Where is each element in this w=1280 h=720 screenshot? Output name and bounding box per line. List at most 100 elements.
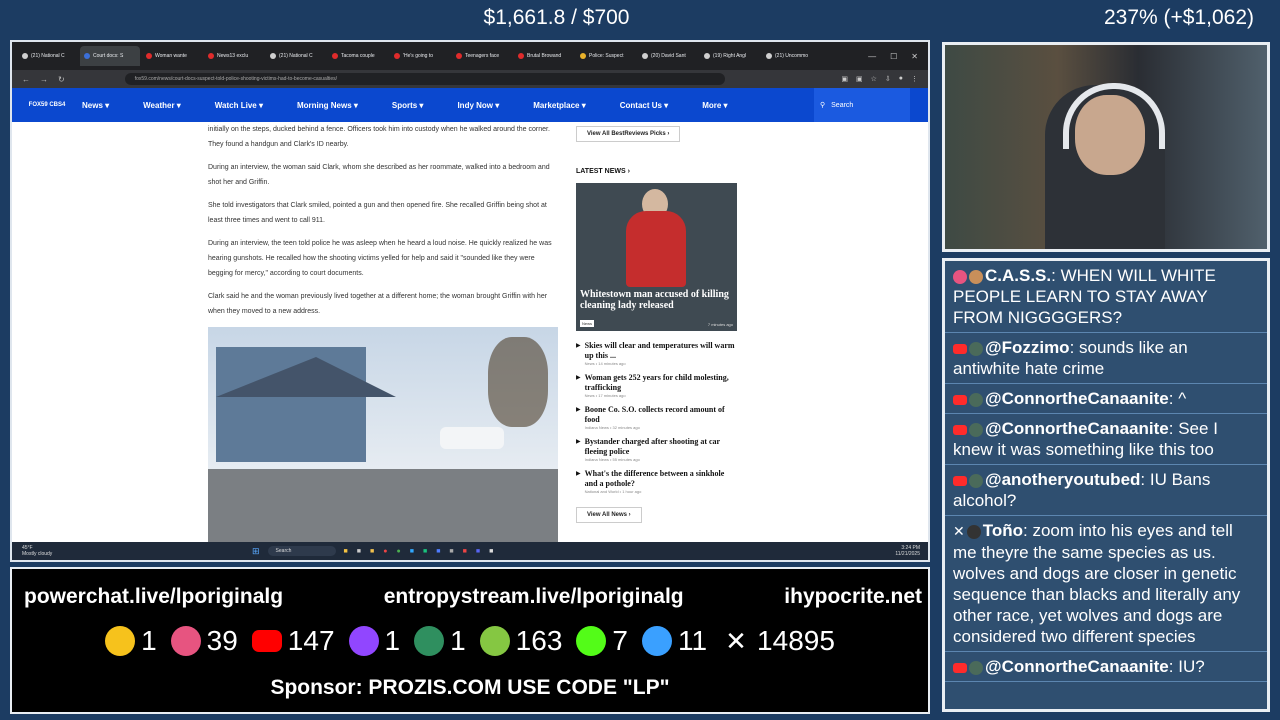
tab-favicon-icon [580,53,586,59]
chat-author: @anotheryoutubed [985,470,1141,489]
menu-icon[interactable]: ⋮ [911,75,918,83]
stream-link[interactable]: entropystream.live/lporiginalg [384,585,684,609]
youtube-icon [953,662,967,673]
browser-tab[interactable]: 'He's going to [390,46,450,66]
folder-icon[interactable]: ■ [370,548,374,555]
view-all-news-button[interactable]: View All News › [576,507,642,523]
news-list-item[interactable]: ▶ What's the difference between a sinkhol… [576,469,738,494]
app-icon[interactable]: ■ [489,548,493,555]
news-list-item[interactable]: ▶ Bystander charged after shooting at car… [576,437,738,462]
browser-tab[interactable]: (20) David Sant [638,46,698,66]
nav-item[interactable]: More ▾ [702,101,727,110]
nav-item[interactable]: Marketplace ▾ [533,101,585,110]
site-logo[interactable]: FOX59 CBS4 [12,102,82,108]
browser-tab[interactable]: Court docs: S [80,46,140,66]
back-icon[interactable]: ← [22,75,30,84]
page-content: initially on the steps, ducked behind a … [12,122,928,549]
taskbar: 45°F Mostly cloudy ⊞ Search ■ ■ ■ ● ● ■ … [12,542,928,560]
app-icon[interactable]: ■ [410,548,414,555]
stream-link[interactable]: ihypocrite.net [784,585,922,609]
chat-panel: C.A.S.S.: WHEN WILL WHITE PEOPLE LEARN T… [942,258,1270,712]
photo-house [216,347,396,462]
app-icon[interactable]: ■ [463,548,467,555]
taskbar-search[interactable]: Search [267,546,336,556]
youtube-icon [251,630,282,652]
rumble-play-icon [479,626,510,656]
site-search-label: Search [831,101,854,109]
tab-favicon-icon [146,53,152,59]
browser-tab[interactable]: (21) National C [18,46,78,66]
tab-favicon-icon [704,53,710,59]
taskbar-weather[interactable]: 45°F Mostly cloudy [22,545,82,557]
download-icon[interactable]: ⇩ [885,75,891,83]
youtube-icon [953,475,967,486]
forward-icon[interactable]: → [40,75,48,84]
tab-label: 'He's going to [403,53,433,59]
address-input[interactable]: fox59.com/news/court-docs-suspect-told-p… [124,73,725,85]
discord-icon[interactable]: ■ [476,548,480,555]
app-icon[interactable]: ■ [357,548,361,555]
site-search[interactable]: ⚲ Search [814,88,910,122]
search-icon: ⚲ [820,102,826,109]
chat-author: @ConnortheCanaanite [985,389,1169,408]
news-list-item[interactable]: ▶ Woman gets 252 years for child molestin… [576,373,738,398]
app-icon[interactable]: ● [383,548,387,555]
view-all-picks-button[interactable]: View All BestReviews Picks › [576,126,681,142]
taskbar-apps: ■ ■ ■ ● ● ■ ■ ■ ■ ■ ■ ■ [344,548,494,555]
chat-message: @ConnortheCanaanite: ^ [945,384,1267,414]
tab-favicon-icon [22,53,28,59]
nav-item[interactable]: Indy Now ▾ [457,101,499,110]
chat-message: C.A.S.S.: WHEN WILL WHITE PEOPLE LEARN T… [945,261,1267,333]
browser-tab[interactable]: (21) Uncommo [762,46,822,66]
news-title: Boone Co. S.O. collects record amount of… [584,405,725,424]
nav-item[interactable]: News ▾ [82,101,109,110]
browser-tab[interactable]: News13 exclu [204,46,264,66]
app-icon[interactable]: ■ [344,548,348,555]
close-icon[interactable]: ✕ [911,52,918,61]
nav-item[interactable]: Morning News ▾ [297,101,358,110]
stream-link[interactable]: powerchat.live/lporiginalg [24,585,283,609]
article-paragraph: Clark said he and the woman previously l… [208,293,548,315]
platform-count: 39 [170,625,238,657]
browser-tab[interactable]: (19) Right Angl [700,46,760,66]
latest-news-heading[interactable]: LATEST NEWS › [576,168,738,175]
browser-tab[interactable]: Tacoma couple [328,46,388,66]
photo-police-car [440,427,504,449]
nav-item[interactable]: Sports ▾ [392,101,424,110]
browser-tab[interactable]: Police: Suspect [576,46,636,66]
app-icon[interactable]: ■ [449,548,453,555]
tab-label: (19) Right Angl [713,53,747,59]
app-icon[interactable]: ■ [436,548,440,555]
tab-label: (20) David Sant [651,53,686,59]
minimize-icon[interactable]: — [868,52,876,61]
extension-icon[interactable]: ▣ [841,75,848,83]
nav-item[interactable]: Contact Us ▾ [620,101,668,110]
windows-start-icon[interactable]: ⊞ [252,546,260,557]
sidebar: View All BestReviews Picks › LATEST NEWS… [576,122,738,523]
app-icon[interactable]: ■ [423,548,427,555]
bullet-icon: ▶ [576,407,581,413]
tab-favicon-icon [642,53,648,59]
nav-item[interactable]: Watch Live ▾ [215,101,263,110]
article-paragraph: During an interview, the woman said Clar… [208,164,550,186]
browser-tab[interactable]: (21) National C [266,46,326,66]
bullet-icon: ▶ [576,471,581,477]
nav-item[interactable]: Weather ▾ [143,101,181,110]
browser-tab[interactable]: Teenagers face [452,46,512,66]
browser-tab[interactable]: Brutal Browand [514,46,574,66]
news-list-item[interactable]: ▶ Skies will clear and temperatures will … [576,341,738,366]
star-icon[interactable]: ☆ [871,75,877,83]
reload-icon[interactable]: ↻ [58,75,65,84]
browser-window: (21) National C Court docs: S Woman wante N… [10,40,930,562]
news-title: Skies will clear and temperatures will w… [584,341,735,360]
extension-icon[interactable]: ▣ [856,75,863,83]
tab-label: (21) National C [279,53,313,59]
youtube-icon [953,394,967,405]
extension-icon[interactable]: ● [899,75,903,83]
news-list-item[interactable]: ▶ Boone Co. S.O. collects record amount o… [576,405,738,430]
taskbar-clock[interactable]: 3:24 PM 11/21/2025 [895,545,920,557]
browser-tab[interactable]: Woman wante [142,46,202,66]
feature-story[interactable]: Whitestown man accused of killing cleani… [576,183,737,331]
maximize-icon[interactable]: ☐ [890,52,897,61]
chrome-icon[interactable]: ● [396,548,400,555]
